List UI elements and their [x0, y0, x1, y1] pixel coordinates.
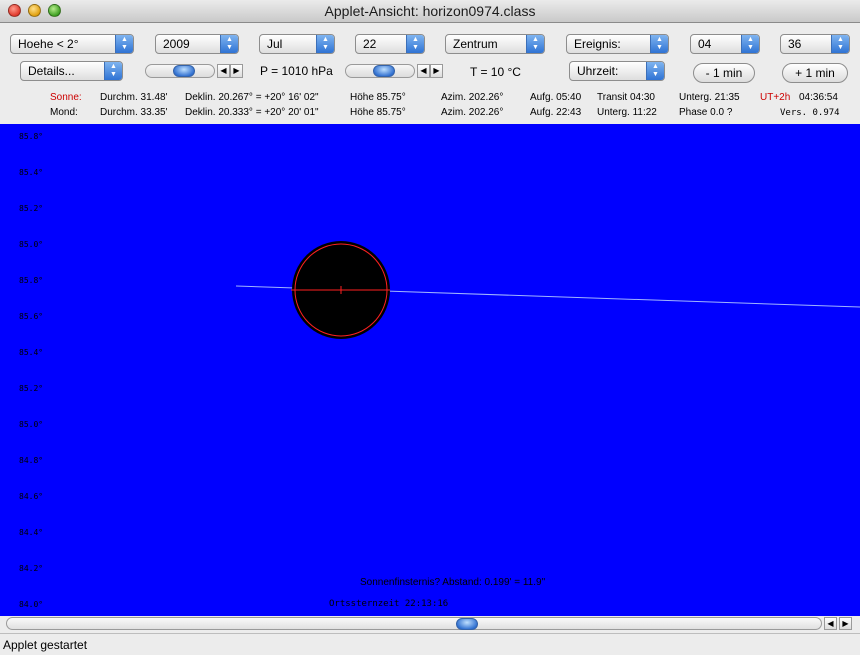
scroll-left-arrow-icon[interactable]: ◀ — [824, 617, 837, 630]
chevron-updown-icon: ▲ ▼ — [406, 35, 424, 53]
sun-transit: Transit 04:30 — [597, 92, 655, 103]
sidereal-time: Ortssternzeit 22:13:16 — [329, 599, 449, 609]
month-select-value: Jul — [267, 37, 283, 51]
chevron-updown-icon: ▲ ▼ — [316, 35, 334, 53]
scroll-thumb[interactable] — [456, 618, 478, 630]
horizontal-scrollbar[interactable]: ◀ ▶ — [0, 616, 860, 632]
status-text: Applet gestartet — [3, 638, 88, 652]
moon-phase: Phase 0.0 ? — [679, 107, 733, 118]
pressure-label: P = 1010 hPa — [260, 64, 333, 78]
year-select-value: 2009 — [163, 37, 190, 51]
center-select[interactable]: Zentrum ▲ ▼ — [445, 34, 545, 54]
slider-thumb[interactable] — [173, 65, 195, 77]
chevron-updown-icon: ▲ ▼ — [526, 35, 544, 53]
sun-azimuth: Azim. 202.26° — [441, 92, 504, 103]
hour-select-value: 04 — [698, 37, 712, 51]
slider-left-arrow-icon[interactable]: ◀ — [417, 64, 430, 78]
status-bar: Applet gestartet — [0, 633, 860, 655]
moon-diameter: Durchm. 33.35' — [100, 107, 168, 118]
clock-value: 04:36:54 — [799, 92, 838, 103]
day-select[interactable]: 22 ▲ ▼ — [355, 34, 425, 54]
sun-rise: Aufg. 05:40 — [530, 92, 582, 103]
day-select-value: 22 — [363, 37, 377, 51]
event-select-value: Ereignis: — [574, 37, 621, 51]
time-select[interactable]: Uhrzeit: ▲ ▼ — [569, 61, 665, 81]
height-select[interactable]: Hoehe < 2° ▲ ▼ — [10, 34, 134, 54]
slider-right-arrow-icon[interactable]: ▶ — [430, 64, 443, 78]
chevron-updown-icon: ▲ ▼ — [115, 35, 133, 53]
slider-right-arrow-icon[interactable]: ▶ — [230, 64, 243, 78]
details-select-value: Details... — [28, 64, 75, 78]
sun-diameter: Durchm. 31.48' — [100, 92, 168, 103]
moon-declination: Deklin. 20.333° = +20° 20' 01" — [185, 107, 319, 118]
plus-minute-button[interactable]: + 1 min — [782, 63, 848, 83]
minute-select[interactable]: 36 ▲ ▼ — [780, 34, 850, 54]
chevron-updown-icon: ▲ ▼ — [650, 35, 668, 53]
scroll-track[interactable] — [6, 617, 822, 630]
slider-left-arrow-icon[interactable]: ◀ — [217, 64, 230, 78]
scroll-right-arrow-icon[interactable]: ▶ — [839, 617, 852, 630]
moon-set: Unterg. 11:22 — [597, 107, 657, 118]
minus-minute-button[interactable]: - 1 min — [693, 63, 755, 83]
temperature-label: T = 10 °C — [470, 65, 521, 79]
control-panel: Hoehe < 2° ▲ ▼ 2009 ▲ ▼ Jul ▲ ▼ 22 ▲ ▼ Zentrum ▲ ▼… — [0, 23, 860, 124]
timezone-label: UT+2h — [760, 92, 791, 103]
sun-declination: Deklin. 20.267° = +20° 16' 02" — [185, 92, 319, 103]
moon-azimuth: Azim. 202.26° — [441, 107, 504, 118]
month-select[interactable]: Jul ▲ ▼ — [259, 34, 335, 54]
chevron-updown-icon: ▲ ▼ — [104, 62, 122, 80]
window-titlebar: Applet-Ansicht: horizon0974.class — [0, 0, 860, 23]
minute-select-value: 36 — [788, 37, 802, 51]
moon-label: Mond: — [50, 107, 78, 118]
sun-set: Unterg. 21:35 — [679, 92, 740, 103]
window-title: Applet-Ansicht: horizon0974.class — [324, 3, 536, 19]
moon-altitude: Höhe 85.75° — [350, 107, 406, 118]
sun-altitude: Höhe 85.75° — [350, 92, 406, 103]
event-select[interactable]: Ereignis: ▲ ▼ — [566, 34, 669, 54]
time-select-value: Uhrzeit: — [577, 64, 619, 78]
chevron-updown-icon: ▲ ▼ — [741, 35, 759, 53]
sky-canvas — [235, 241, 860, 339]
eclipse-note: Sonnenfinsternis? Abstand: 0.199' = 11.9… — [360, 577, 546, 588]
chevron-updown-icon: ▲ ▼ — [831, 35, 849, 53]
center-select-value: Zentrum — [453, 37, 498, 51]
slider-thumb[interactable] — [373, 65, 395, 77]
chevron-updown-icon: ▲ ▼ — [220, 35, 238, 53]
sky-view[interactable]: 85.8° 85.4° 85.2° 85.0° 85.8° 85.6° 85.4… — [0, 124, 860, 616]
moon-rise: Aufg. 22:43 — [530, 107, 582, 118]
chevron-updown-icon: ▲ ▼ — [646, 62, 664, 80]
height-select-value: Hoehe < 2° — [18, 37, 79, 51]
version-label: Vers. 0.974 — [780, 108, 840, 118]
year-select[interactable]: 2009 ▲ ▼ — [155, 34, 239, 54]
sun-label: Sonne: — [50, 92, 82, 103]
details-select[interactable]: Details... ▲ ▼ — [20, 61, 123, 81]
hour-select[interactable]: 04 ▲ ▼ — [690, 34, 760, 54]
